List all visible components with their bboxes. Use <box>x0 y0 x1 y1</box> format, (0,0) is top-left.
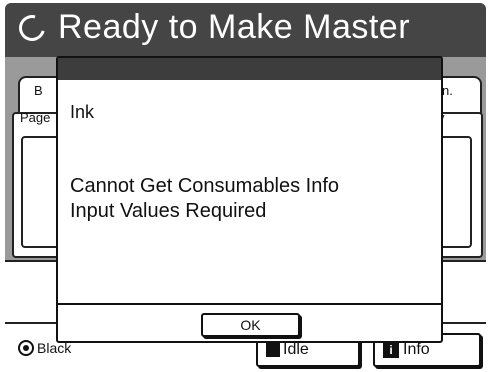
dialog-divider <box>58 303 441 305</box>
dialog-titlebar <box>58 58 441 80</box>
screen: Ready to Make Master B n. Page y Black I… <box>0 0 491 372</box>
idle-icon <box>266 343 280 357</box>
dialog-message: Cannot Get Consumables Info Input Values… <box>70 174 339 224</box>
progress-ring-icon <box>14 10 50 46</box>
info-label: Info <box>403 341 430 358</box>
drum-icon <box>18 340 34 356</box>
header-title: Ready to Make Master <box>58 8 411 46</box>
idle-label: Idle <box>283 341 309 358</box>
dialog-heading: Ink <box>70 102 95 122</box>
page-label: Page <box>20 110 51 125</box>
header-bar: Ready to Make Master <box>5 3 486 57</box>
dialog-message-line-1: Cannot Get Consumables Info <box>70 175 340 197</box>
alert-dialog: Ink Cannot Get Consumables Info Input Va… <box>56 56 443 343</box>
dialog-message-line-2: Input Values Required <box>70 200 267 222</box>
info-icon: i <box>383 342 399 358</box>
ok-button[interactable]: OK <box>201 313 300 337</box>
